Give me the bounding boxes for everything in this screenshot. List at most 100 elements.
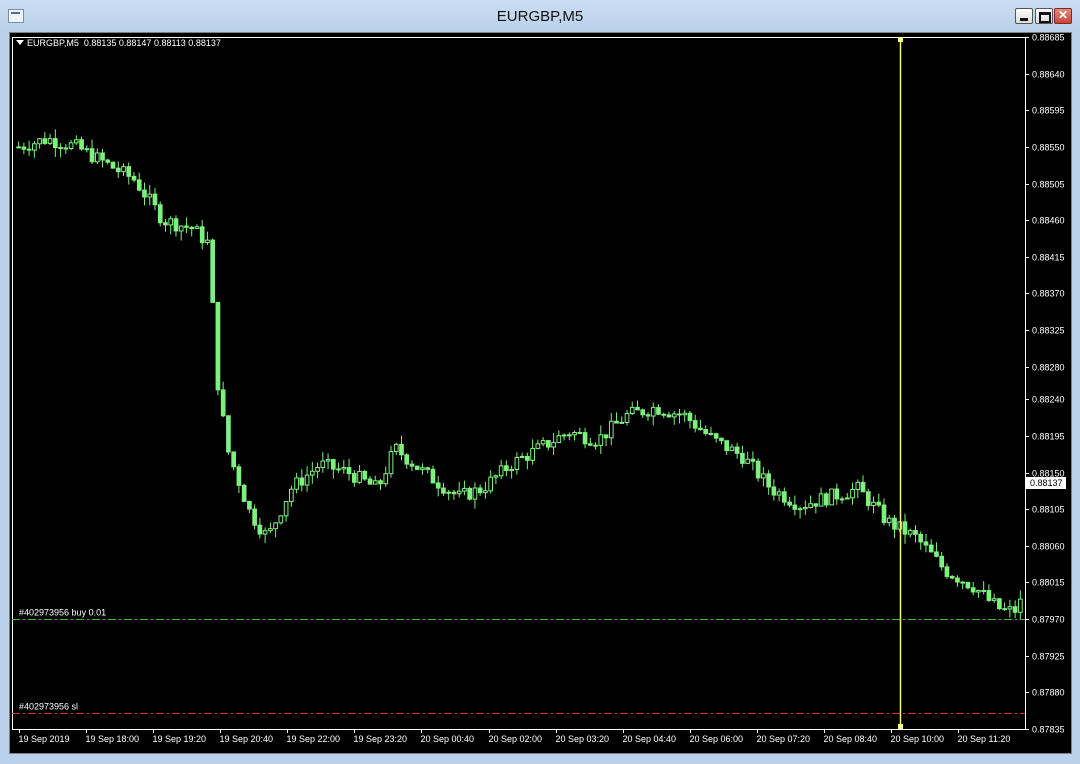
candle-body: [787, 501, 792, 506]
candle-body: [892, 517, 897, 530]
candle-body: [934, 551, 939, 557]
candle-body: [357, 470, 362, 483]
candle-body: [923, 541, 929, 546]
candle-body: [100, 152, 105, 161]
y-tick-label: 0.88280: [1032, 363, 1065, 373]
triangle-down-icon[interactable]: [16, 40, 24, 45]
window-titlebar[interactable]: EURGBP,M5: [0, 0, 1080, 32]
candle-body: [136, 179, 142, 191]
candle-body: [430, 468, 436, 484]
candle-body: [388, 451, 394, 475]
y-tick-label: 0.88370: [1032, 289, 1065, 299]
candle-body: [813, 503, 819, 507]
window-title: EURGBP,M5: [496, 8, 584, 25]
candle-body: [294, 477, 299, 490]
order-line-label: #402973956 sl: [19, 702, 78, 712]
candle-body: [68, 142, 74, 149]
candle-body: [252, 508, 257, 526]
candle-body: [682, 412, 688, 416]
candle-body: [939, 555, 945, 568]
candle-body: [650, 407, 656, 417]
candle-body: [829, 488, 834, 506]
candle-body: [797, 508, 803, 511]
y-tick-label: 0.88015: [1032, 578, 1065, 588]
candle-body: [94, 152, 100, 163]
candle-body: [766, 473, 771, 488]
candle-body: [855, 481, 861, 491]
candle-body: [372, 480, 378, 485]
candle-body: [708, 432, 714, 435]
candle-body: [530, 447, 535, 461]
restore-icon[interactable]: [1035, 8, 1053, 24]
candle-body: [309, 470, 315, 476]
candle-body: [719, 437, 724, 442]
candle-body: [441, 487, 446, 494]
candle-body: [965, 581, 971, 589]
candle-body: [257, 524, 263, 535]
candle-body: [435, 482, 441, 489]
candle-body: [304, 474, 310, 486]
candle-body: [126, 166, 132, 177]
y-tick-label: 0.88415: [1032, 253, 1065, 263]
candle-body: [462, 487, 467, 492]
candle-body: [73, 139, 79, 144]
candle-body: [472, 487, 478, 500]
candle-body: [970, 587, 976, 593]
candle-body: [194, 226, 200, 230]
candle-body: [147, 193, 153, 198]
candle-body: [199, 226, 205, 244]
candle-body: [383, 473, 389, 485]
candle-body: [981, 589, 986, 592]
close-icon[interactable]: [1054, 8, 1072, 24]
candle-body: [587, 443, 593, 446]
candle-body: [184, 225, 189, 228]
price-chart[interactable]: 0.88685 0.88640 0.88595 0.88550 0.88505 0.884…: [10, 33, 1071, 753]
vertical-line-handle: [898, 724, 903, 729]
candle-body: [818, 493, 824, 507]
chart-window[interactable]: 0.88685 0.88640 0.88595 0.88550 0.88505 0.884…: [9, 32, 1072, 754]
candle-body: [949, 575, 955, 579]
x-tick-label: 20 Sep 02:00: [489, 734, 543, 744]
candle-body: [346, 467, 352, 475]
candle-body: [1002, 608, 1007, 611]
candle-body: [273, 522, 278, 530]
candle-body: [241, 484, 247, 502]
y-tick-label: 0.88640: [1032, 70, 1065, 80]
candle-body: [792, 504, 798, 510]
candle-body: [614, 420, 619, 424]
y-tick-label: 0.88240: [1032, 395, 1065, 405]
candle-body: [677, 413, 682, 416]
candle-body: [110, 161, 116, 169]
candle-body: [656, 407, 661, 415]
x-tick-label: 20 Sep 11:20: [958, 734, 1011, 744]
candle-body: [540, 440, 546, 445]
candle-body: [32, 143, 37, 151]
candle-body: [220, 389, 226, 417]
candle-body: [341, 467, 347, 470]
candle-body: [425, 467, 431, 470]
candle-body: [986, 590, 992, 601]
y-tick-label: 0.88595: [1032, 106, 1065, 116]
candle-body: [593, 444, 598, 447]
candle-body: [226, 415, 231, 453]
candle-body: [572, 431, 577, 436]
candle-body: [776, 491, 782, 496]
candle-body: [105, 159, 111, 163]
y-tick-label: 0.87925: [1032, 652, 1065, 662]
minimize-icon[interactable]: [1015, 8, 1033, 24]
candle-body: [886, 517, 892, 524]
candle-body: [247, 500, 252, 510]
candle-body: [493, 475, 499, 478]
candle-body: [724, 440, 730, 452]
candle-body: [504, 465, 509, 472]
candle-body: [991, 598, 997, 601]
candle-body: [152, 193, 158, 206]
candle-body: [713, 433, 719, 439]
candle-body: [63, 147, 69, 150]
vertical-line-handle: [898, 37, 903, 42]
chart-info: EURGBP,M5 0.88135 0.88147 0.88113 0.8813…: [16, 38, 221, 48]
candle-body: [745, 458, 750, 464]
candle-body: [467, 487, 473, 500]
candle-body: [205, 239, 210, 244]
y-tick-label: 0.87970: [1032, 615, 1065, 625]
